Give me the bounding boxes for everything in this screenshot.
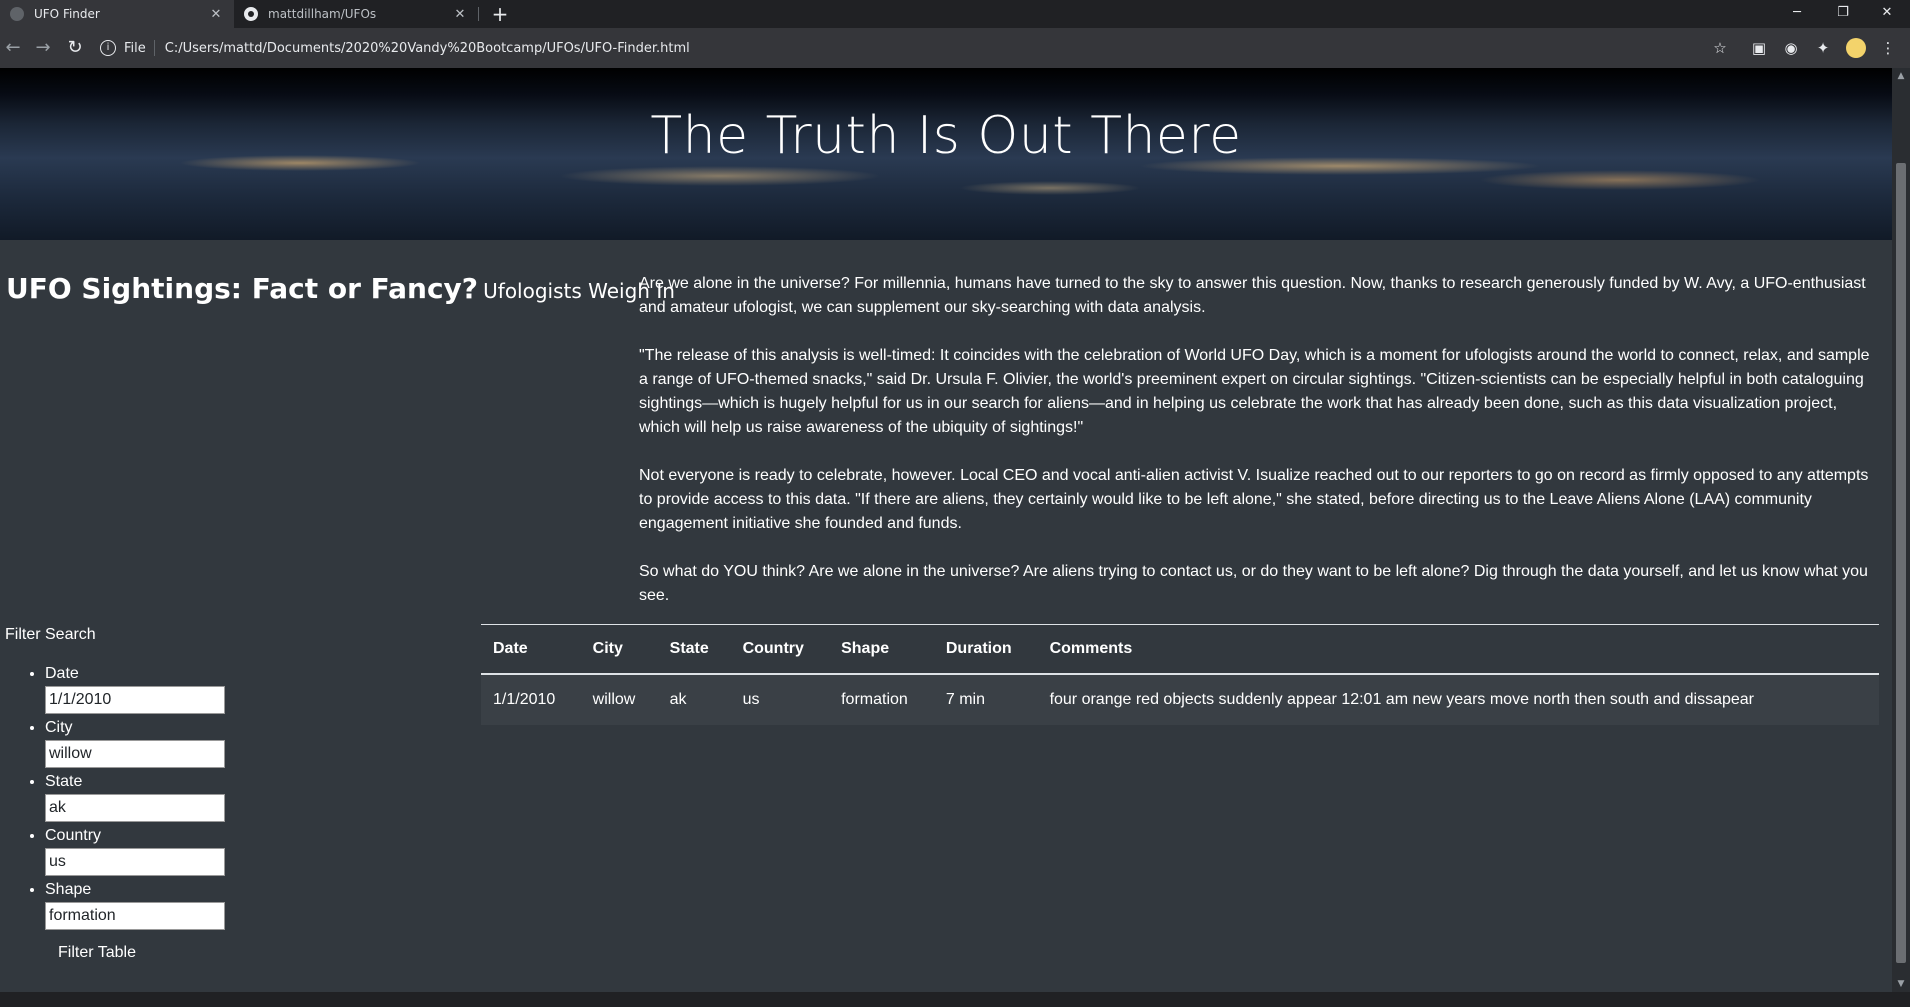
shape-input[interactable] xyxy=(45,902,225,930)
filter-item-country: Country xyxy=(45,826,245,880)
back-icon[interactable]: ← xyxy=(0,35,26,61)
column-header: Comments xyxy=(1037,624,1879,675)
address-bar[interactable]: i File C:/Users/mattd/Documents/2020%20V… xyxy=(100,32,1770,64)
close-icon[interactable]: ✕ xyxy=(208,7,224,22)
table-cell: formation xyxy=(829,674,934,725)
ufo-table: Date City State Country Shape Duration C… xyxy=(481,624,1879,725)
column-header: Date xyxy=(481,624,581,675)
tab-title: UFO Finder xyxy=(34,7,100,21)
filter-item-city: City xyxy=(45,718,245,772)
filter-item-state: State xyxy=(45,772,245,826)
headline-main: UFO Sightings: Fact or Fancy? xyxy=(6,272,479,305)
reload-icon[interactable]: ↻ xyxy=(62,35,88,61)
filter-label: State xyxy=(45,773,83,790)
article-paragraph: Are we alone in the universe? For millen… xyxy=(639,275,1866,316)
article-paragraph: So what do YOU think? Are we alone in th… xyxy=(639,563,1868,604)
download-bar xyxy=(0,992,1910,1007)
address-url[interactable]: C:/Users/mattd/Documents/2020%20Vandy%20… xyxy=(165,41,690,56)
avatar[interactable] xyxy=(1846,38,1866,58)
tab-strip: UFO Finder ✕ mattdillham/UFOs ✕ + ─ ❐ ✕ xyxy=(0,0,1910,28)
bookmark-star-icon[interactable]: ☆ xyxy=(1710,38,1730,58)
country-input[interactable] xyxy=(45,848,225,876)
hero-title: The Truth Is Out There xyxy=(650,106,1242,166)
filter-label: City xyxy=(45,719,73,736)
article-body: Are we alone in the universe? For millen… xyxy=(639,272,1879,632)
filter-item-shape: Shape xyxy=(45,880,245,934)
globe-icon xyxy=(10,7,24,21)
forward-icon[interactable]: → xyxy=(30,35,56,61)
tab-github[interactable]: mattdillham/UFOs ✕ xyxy=(234,0,478,28)
filter-item-date: Date xyxy=(45,664,245,718)
github-icon xyxy=(244,7,258,21)
address-scheme: File xyxy=(124,40,146,56)
filter-label: Shape xyxy=(45,881,92,898)
puzzle-icon[interactable]: ✦ xyxy=(1813,38,1833,58)
column-header: Country xyxy=(730,624,830,675)
city-input[interactable] xyxy=(45,740,225,768)
column-header: Shape xyxy=(829,624,934,675)
new-tab-button[interactable]: + xyxy=(488,2,512,26)
tab-ufo-finder[interactable]: UFO Finder ✕ xyxy=(0,0,234,28)
state-input[interactable] xyxy=(45,794,225,822)
address-divider xyxy=(153,40,155,56)
close-window-button[interactable]: ✕ xyxy=(1864,0,1910,28)
hero-banner: The Truth Is Out There xyxy=(0,68,1892,240)
table-cell: willow xyxy=(580,674,658,725)
filter-label: Country xyxy=(45,827,102,844)
vertical-scrollbar[interactable]: ▲ ▼ xyxy=(1892,68,1910,992)
page-headline: UFO Sightings: Fact or Fancy? Ufologists… xyxy=(6,272,675,305)
column-header: Duration xyxy=(933,624,1038,675)
minimize-button[interactable]: ─ xyxy=(1774,0,1820,28)
restore-button[interactable]: ❐ xyxy=(1820,0,1866,28)
extension-icon[interactable]: ◉ xyxy=(1781,38,1801,58)
table-cell: 7 min xyxy=(933,674,1038,725)
article-paragraph: Not everyone is ready to celebrate, howe… xyxy=(639,467,1869,532)
table-cell: ak xyxy=(657,674,731,725)
filter-label: Date xyxy=(45,665,79,682)
tab-divider xyxy=(478,7,479,21)
column-header: City xyxy=(580,624,658,675)
filter-list: Date City State Country Shape xyxy=(0,664,245,934)
info-icon[interactable]: i xyxy=(100,40,116,56)
browser-toolbar: ← → ↻ i File C:/Users/mattd/Documents/20… xyxy=(0,28,1910,68)
date-input[interactable] xyxy=(45,686,225,714)
scroll-down-icon[interactable]: ▼ xyxy=(1892,976,1910,992)
table-cell: 1/1/2010 xyxy=(481,674,581,725)
table-row: 1/1/2010 willow ak us formation 7 min fo… xyxy=(481,674,1879,725)
scrollbar-thumb[interactable] xyxy=(1896,163,1906,963)
scroll-up-icon[interactable]: ▲ xyxy=(1892,68,1910,84)
column-header: State xyxy=(657,624,731,675)
close-icon[interactable]: ✕ xyxy=(452,7,468,22)
filter-table-button[interactable]: Filter Table xyxy=(58,944,136,962)
tab-title: mattdillham/UFOs xyxy=(268,7,377,21)
table-cell: four orange red objects suddenly appear … xyxy=(1037,674,1879,725)
menu-icon[interactable]: ⋮ xyxy=(1878,38,1898,58)
table-header-row: Date City State Country Shape Duration C… xyxy=(481,624,1879,675)
table-cell: us xyxy=(730,674,830,725)
filter-search-title: Filter Search xyxy=(5,626,96,643)
extension-icon[interactable]: ▣ xyxy=(1749,38,1769,58)
article-paragraph: "The release of this analysis is well-ti… xyxy=(639,347,1870,436)
